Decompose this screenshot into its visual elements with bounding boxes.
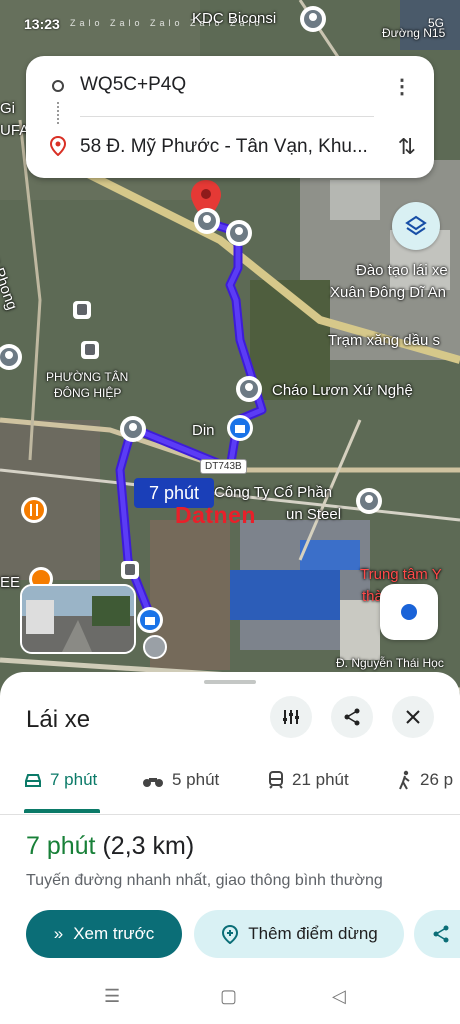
map-label: ĐÔNG HIỆP (54, 386, 122, 400)
map-label: EE (0, 574, 21, 591)
add-stop-button-label: Thêm điểm dừng (248, 924, 378, 943)
share-icon (344, 708, 360, 726)
route-distance: (2,3 km) (102, 832, 195, 860)
sheet-title: Lái xe (26, 706, 91, 733)
divider (80, 116, 374, 117)
train-icon (269, 771, 283, 789)
preview-button[interactable]: » Xem trước (26, 910, 182, 958)
add-location-icon (222, 924, 239, 944)
watermark: Datnen (175, 502, 256, 528)
destination-marker-icon (50, 136, 66, 156)
gray-marker-icon[interactable] (118, 414, 148, 444)
shopping-icon[interactable] (226, 414, 254, 442)
gray-marker-icon[interactable] (354, 486, 384, 516)
tune-icon (283, 710, 299, 724)
status-bar: 13:23 Zalo Zalo Zalo Zalo Zalo 5G (0, 10, 460, 40)
car-icon (25, 774, 41, 787)
network-indicator: 5G (427, 16, 444, 30)
route-duration: 7 phút (26, 832, 96, 860)
origin-field[interactable]: WQ5C+P4Q (80, 74, 186, 96)
map-label: Trung tâm Y (360, 566, 442, 583)
my-location-button[interactable] (380, 584, 438, 640)
add-stop-button[interactable]: Thêm điểm dừng (194, 910, 404, 958)
layers-button[interactable] (392, 202, 440, 250)
map-label: PHƯỜNG TÂN (46, 370, 129, 384)
layers-icon (405, 215, 427, 236)
directions-card: WQ5C+P4Q ⋮ 58 Đ. Mỹ Phước - Tân Vạn, Khu… (26, 56, 434, 178)
map-label: Gi (0, 100, 15, 117)
swap-icon[interactable]: ⇅ (398, 134, 416, 160)
active-tab-indicator (24, 809, 100, 813)
bus-stop-icon[interactable] (72, 300, 92, 320)
tab-drive[interactable]: 7 phút (24, 770, 97, 790)
system-nav-bar: ☰ ▢ ◁ (0, 978, 460, 1024)
tab-transit-label: 21 phút (292, 770, 349, 789)
clock: 13:23 (24, 16, 60, 32)
notification-icons: Zalo Zalo Zalo Zalo Zalo (70, 18, 264, 28)
home-icon[interactable]: ▢ (220, 986, 237, 1007)
travel-mode-tabs: 7 phút 5 phút 21 phút 26 p (0, 754, 460, 815)
tab-transit[interactable]: 21 phút (268, 770, 349, 790)
map-label: Trạm xăng dầu s (328, 332, 440, 349)
map-label: Cháo Lươn Xứ Nghệ (272, 382, 413, 399)
walk-icon (399, 770, 410, 790)
map-label: un Steel (286, 506, 342, 523)
tab-drive-label: 7 phút (50, 770, 98, 789)
more-vert-icon[interactable]: ⋮ (392, 74, 412, 99)
start-point-icon (143, 635, 167, 659)
map-label: Xuân Đông Dĩ An (330, 284, 446, 301)
preview-button-label: Xem trước (73, 924, 155, 943)
close-icon (406, 710, 420, 724)
map-label: Đào tạo lái xe (356, 262, 448, 279)
route-description: Tuyến đường nhanh nhất, giao thông bình … (26, 872, 383, 889)
gray-marker-icon[interactable] (0, 342, 24, 372)
origin-circle-icon (52, 80, 64, 92)
bus-stop-icon[interactable] (120, 560, 140, 580)
bottom-sheet: Lái xe 7 phút 5 phút 21 phút 26 p 7 phút… (0, 672, 460, 1024)
tab-motorbike[interactable]: 5 phút (142, 770, 219, 790)
tab-walk-label: 26 p (420, 770, 454, 789)
share-button[interactable] (331, 696, 373, 738)
road-number-badge: DT743B (200, 459, 247, 474)
gray-marker-icon[interactable] (234, 374, 264, 404)
close-button[interactable] (392, 696, 434, 738)
restaurant-icon[interactable] (20, 496, 48, 524)
bus-stop-icon[interactable] (80, 340, 100, 360)
back-icon[interactable]: ◁ (332, 986, 346, 1007)
recents-icon[interactable]: ☰ (104, 986, 120, 1007)
connector-dots (57, 102, 61, 124)
gray-marker-icon[interactable] (224, 218, 254, 248)
drag-handle[interactable] (204, 680, 256, 684)
tab-motorbike-label: 5 phút (172, 770, 220, 789)
double-chevron-icon: » (53, 924, 64, 943)
route-summary: 7 phút (2,3 km) (26, 832, 194, 861)
location-dot-icon (401, 604, 417, 620)
map-label: Din (192, 422, 215, 439)
shopping-icon[interactable] (136, 606, 164, 634)
share-route-button[interactable] (414, 910, 460, 958)
map-label: Công Ty Cổ Phần (214, 484, 333, 501)
street-view-thumbnail[interactable] (20, 584, 136, 654)
street-view-image (22, 586, 134, 652)
map-label: UFA (0, 122, 30, 139)
tab-walk[interactable]: 26 p (398, 770, 453, 790)
motorbike-icon (143, 778, 163, 787)
share-icon (433, 925, 449, 943)
options-button[interactable] (270, 696, 312, 738)
map-label: Đ. Nguyễn Thái Học (336, 656, 444, 670)
destination-field[interactable]: 58 Đ. Mỹ Phước - Tân Vạn, Khu... (80, 136, 368, 158)
gray-marker-icon[interactable] (192, 206, 222, 236)
